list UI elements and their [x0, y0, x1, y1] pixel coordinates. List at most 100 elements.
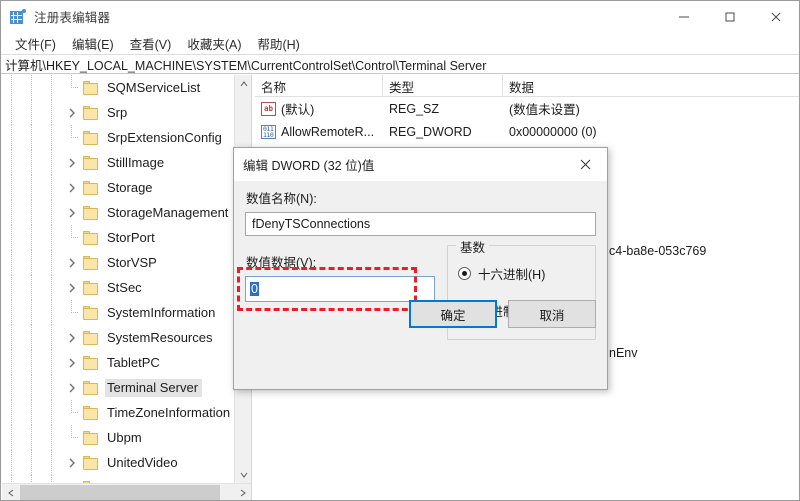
tree-item-storport[interactable]: StorPort — [2, 225, 234, 250]
value-name-cell: 011 110 AllowRemoteR... — [255, 124, 383, 139]
tree-guide-line — [2, 250, 22, 275]
scroll-up-icon[interactable] — [235, 75, 251, 92]
tree-horizontal-scrollbar[interactable] — [2, 483, 251, 500]
chevron-right-icon[interactable] — [62, 250, 82, 275]
folder-icon — [82, 455, 100, 471]
tree-item-label: StSec — [107, 279, 142, 295]
chevron-right-icon[interactable] — [62, 325, 82, 350]
address-bar[interactable]: 计算机\HKEY_LOCAL_MACHINE\SYSTEM\CurrentCon… — [1, 54, 799, 74]
tree-item-label: Storage — [107, 179, 153, 195]
value-data-input[interactable]: 0 — [245, 276, 435, 302]
value-name-text: AllowRemoteR... — [281, 124, 375, 139]
cancel-button[interactable]: 取消 — [508, 300, 596, 328]
tree-item-sqmservicelist[interactable]: SQMServiceList — [2, 75, 234, 100]
tree-item-label: SrpExtensionConfig — [107, 129, 222, 145]
folder-icon — [82, 380, 100, 396]
list-header: 名称 类型 数据 — [255, 75, 799, 97]
column-header-name[interactable]: 名称 — [255, 75, 383, 97]
tree-item-unitedvideo[interactable]: UnitedVideo — [2, 450, 234, 475]
tree-item-systemresources[interactable]: SystemResources — [2, 325, 234, 350]
chevron-right-icon[interactable] — [62, 150, 82, 175]
tree-guide-line — [2, 175, 22, 200]
chevron-right-icon[interactable] — [62, 275, 82, 300]
registry-tree[interactable]: SQMServiceList Srp SrpExtensionConfig Still… — [2, 75, 234, 483]
tree-item-storvsp[interactable]: StorVSP — [2, 250, 234, 275]
column-header-data[interactable]: 数据 — [503, 75, 799, 97]
tree-item-srpextensionconfig[interactable]: SrpExtensionConfig — [2, 125, 234, 150]
tree-indent — [2, 100, 82, 125]
registry-editor-window: 注册表编辑器 文件(F) 编辑(E) 查看(V) 收藏夹(A) 帮助(H) 计算… — [0, 0, 800, 501]
tree-indent — [2, 200, 82, 225]
folder-icon — [82, 330, 100, 346]
tree-item-timezoneinformation[interactable]: TimeZoneInformation — [2, 400, 234, 425]
scroll-right-icon[interactable] — [234, 484, 251, 500]
chevron-right-icon[interactable] — [62, 375, 82, 400]
folder-icon — [82, 405, 100, 421]
tree-item-tabletpc[interactable]: TabletPC — [2, 350, 234, 375]
tree-indent — [2, 175, 82, 200]
dword-value-icon: 011110 — [261, 124, 276, 139]
tree-guide-line — [2, 125, 22, 150]
tree-guide-line — [2, 375, 22, 400]
tree-leaf-connector — [62, 125, 82, 150]
minimize-button[interactable] — [661, 1, 707, 32]
tree-item-storage[interactable]: Storage — [2, 175, 234, 200]
tree-indent — [2, 300, 82, 325]
tree-indent — [2, 375, 82, 400]
tree-item-systeminformation[interactable]: SystemInformation — [2, 300, 234, 325]
dialog-close-icon[interactable] — [563, 148, 607, 180]
chevron-right-icon[interactable] — [62, 200, 82, 225]
obscured-data-fragment-1: c4-ba8e-053c769 — [609, 244, 707, 258]
menu-item-favorites[interactable]: 收藏夹(A) — [179, 32, 249, 55]
close-button[interactable] — [753, 1, 799, 32]
value-type-cell: REG_SZ — [389, 101, 440, 116]
tree-guide-line — [42, 75, 62, 100]
edit-dword-dialog: 编辑 DWORD (32 位)值 数值名称(N): fDenyTSConnect… — [233, 147, 608, 390]
tree-item-stsec[interactable]: StSec — [2, 275, 234, 300]
tree-guide-line — [42, 325, 62, 350]
tree-item-stillimage[interactable]: StillImage — [2, 150, 234, 175]
chevron-right-icon[interactable] — [62, 350, 82, 375]
scroll-down-icon[interactable] — [235, 466, 251, 483]
menu-item-view[interactable]: 查看(V) — [122, 32, 180, 55]
tree-item-srp[interactable]: Srp — [2, 100, 234, 125]
tree-indent — [2, 400, 82, 425]
menu-item-file[interactable]: 文件(F) — [7, 32, 64, 55]
folder-icon — [82, 430, 100, 446]
tree-item-terminal-server[interactable]: Terminal Server — [2, 375, 234, 400]
maximize-button[interactable] — [707, 1, 753, 32]
menu-item-help[interactable]: 帮助(H) — [249, 32, 307, 55]
value-row[interactable]: 011 110 AllowRemoteR... REG_DWORD 0x00000000… — [255, 120, 799, 143]
window-title: 注册表编辑器 — [34, 11, 111, 25]
tree-guide-line — [42, 400, 62, 425]
tree-guide-line — [2, 350, 22, 375]
scroll-left-icon[interactable] — [2, 484, 19, 500]
ok-button[interactable]: 确定 — [409, 300, 497, 328]
chevron-right-icon[interactable] — [62, 175, 82, 200]
tree-indent — [2, 250, 82, 275]
chevron-right-icon[interactable] — [62, 450, 82, 475]
tree-guide-line — [22, 75, 42, 100]
tree-guide-line — [2, 100, 22, 125]
column-header-type[interactable]: 类型 — [383, 75, 503, 97]
radio-hexadecimal-icon[interactable] — [458, 267, 471, 280]
tree-item-ubpm[interactable]: Ubpm — [2, 425, 234, 450]
value-name-input[interactable]: fDenyTSConnections — [245, 212, 596, 236]
dialog-buttons: 确定 取消 — [409, 300, 596, 328]
tree-guide-line — [2, 200, 22, 225]
tree-item-label: SystemResources — [107, 329, 213, 345]
tree-item-storagemanagement[interactable]: StorageManagement — [2, 200, 234, 225]
hscroll-thumb[interactable] — [20, 485, 220, 500]
string-value-icon: ab — [261, 101, 276, 116]
radio-hexadecimal[interactable]: 十六进制(H) — [458, 264, 585, 283]
menu-item-edit[interactable]: 编辑(E) — [64, 32, 122, 55]
tree-leaf-connector — [62, 300, 82, 325]
value-row[interactable]: ab (默认) REG_SZ (数值未设置) — [255, 97, 799, 120]
tree-guide-line — [22, 225, 42, 250]
tree-guide-line — [22, 275, 42, 300]
chevron-right-icon[interactable] — [62, 100, 82, 125]
chevron-right-icon[interactable] — [62, 475, 82, 483]
folder-icon — [82, 255, 100, 271]
tree-item-usb[interactable]: USB — [2, 475, 234, 483]
tree-guide-line — [2, 300, 22, 325]
